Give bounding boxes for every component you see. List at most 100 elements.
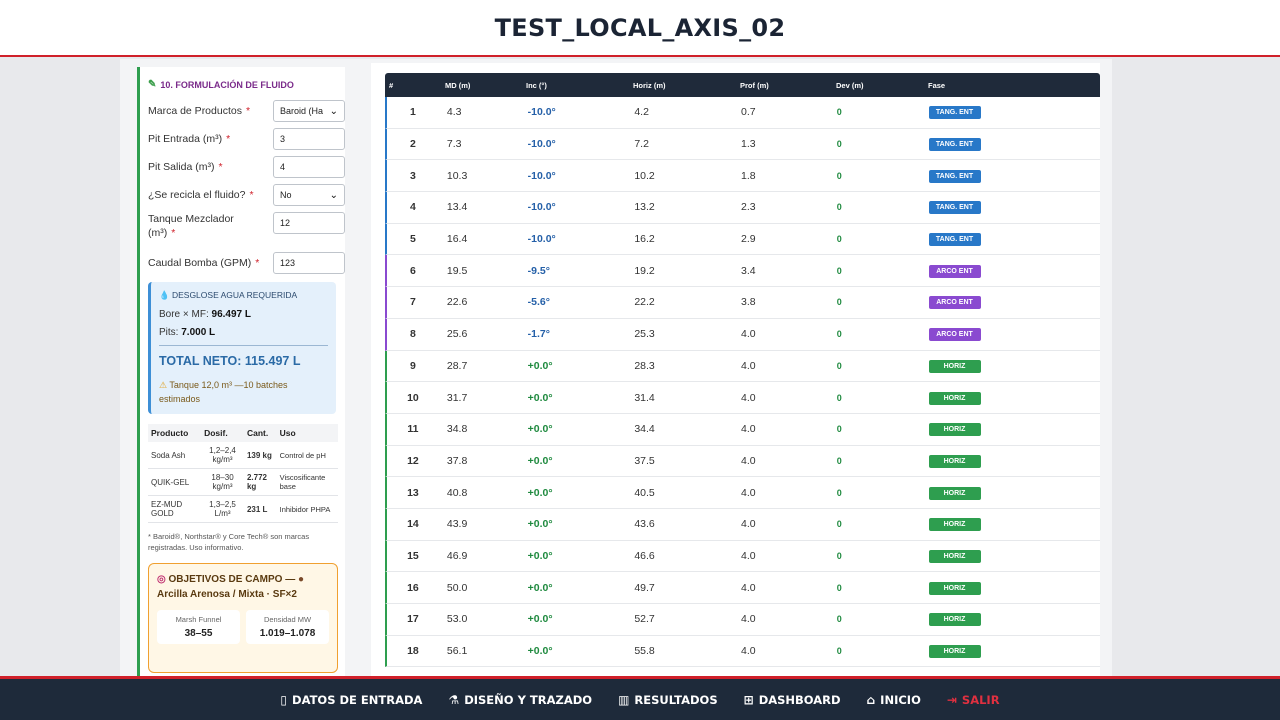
product-cell: 18–30 kg/m³	[201, 468, 244, 496]
logout-icon: ⇥	[946, 692, 957, 707]
section-title: ✎ 10. FORMULACIÓN DE FLUIDO	[148, 79, 345, 90]
md-cell: 28.7	[446, 359, 468, 372]
field-label-text: ¿Se recicla el fluido?	[148, 189, 246, 201]
dev-cell: 0	[836, 550, 842, 561]
table-row: 8 25.6 -1.7° 25.3 4.0 0 ARCO ENT	[385, 318, 1101, 351]
horiz-cell: 7.2	[634, 138, 649, 151]
dev-cell: 0	[836, 297, 842, 308]
md-cell: 16.4	[446, 233, 468, 246]
table-row: 15 46.9 +0.0° 46.6 4.0 0 HORIZ	[385, 540, 1100, 573]
nav-dashboard[interactable]: ⊞ DASHBOARD	[744, 693, 841, 707]
warning-text: Tanque 12,0 m³ —10 batches estimados	[159, 380, 288, 404]
phase-cell: ARCO ENT	[928, 327, 1101, 342]
dev-cell: 0	[836, 139, 842, 150]
row-number: 3	[410, 169, 416, 182]
inc-cell: -10.0°	[527, 106, 556, 119]
field-value: No	[280, 190, 292, 200]
objective-card-label: Densidad MW	[263, 615, 312, 624]
md-cell: 43.9	[446, 518, 468, 531]
nav-salir[interactable]: ⇥ SALIR	[947, 693, 1000, 707]
nav-inicio[interactable]: ⌂ INICIO	[867, 693, 921, 707]
product-cell: 231 L	[243, 495, 277, 523]
nav-label: DATOS DE ENTRADA	[292, 692, 423, 707]
phase-badge: HORIZ	[928, 518, 981, 532]
product-cell: EZ-MUD GOLD	[148, 495, 202, 523]
horiz-cell: 16.2	[634, 233, 655, 246]
input-field[interactable]: 123	[273, 252, 345, 274]
nav-datos-de-entrada[interactable]: ▯ DATOS DE ENTRADA	[280, 693, 422, 707]
inc-cell: +0.0°	[527, 359, 553, 372]
dev-cell: 0	[836, 329, 842, 340]
soil-icon: ●	[297, 574, 305, 585]
prof-cell: 4.0	[741, 328, 756, 341]
md-cell: 19.5	[446, 264, 468, 277]
select-field[interactable]: No ⌄	[273, 184, 345, 206]
input-field[interactable]: 3	[273, 128, 345, 150]
inc-cell: -10.0°	[527, 169, 556, 182]
row-number: 12	[407, 454, 419, 467]
phase-badge: HORIZ	[928, 486, 981, 500]
prof-cell: 4.0	[741, 423, 756, 436]
table-header-cell: Horiz (m)	[633, 80, 666, 90]
input-field[interactable]: 4	[273, 156, 345, 178]
inc-cell: +0.0°	[527, 613, 553, 626]
row-number: 5	[410, 233, 416, 246]
prof-cell: 4.0	[741, 613, 756, 626]
dev-cell: 0	[836, 202, 842, 213]
products-header-cell: Producto	[148, 424, 202, 442]
inc-cell: -10.0°	[527, 201, 556, 214]
survey-table-header: # MD (m) Inc (°) Horiz (m) Prof (m) Dev (m) Fa…	[385, 73, 1100, 97]
row-number: 14	[407, 518, 419, 531]
table-header-cell: #	[389, 80, 394, 90]
row-number: 17	[407, 613, 419, 626]
nav-label: RESULTADOS	[634, 692, 718, 707]
required-mark: *	[226, 133, 231, 145]
phase-cell: TANG. ENT	[928, 232, 1101, 247]
inc-cell: +0.0°	[527, 454, 553, 467]
horiz-cell: 28.3	[634, 359, 655, 372]
required-mark: *	[249, 189, 254, 201]
phase-cell: HORIZ	[928, 422, 1101, 437]
nav-diseño-y-trazado[interactable]: ⚗ DISEÑO Y TRAZADO	[448, 693, 592, 707]
field-label-text: Marca de Productos	[148, 105, 242, 117]
phase-cell: HORIZ	[928, 612, 1101, 627]
md-cell: 37.8	[446, 454, 468, 467]
droplet-icon: 💧	[159, 290, 170, 300]
md-cell: 7.3	[446, 138, 462, 151]
inc-cell: +0.0°	[527, 581, 553, 594]
phase-cell: HORIZ	[928, 581, 1101, 595]
horiz-cell: 25.3	[634, 328, 655, 341]
phase-badge: ARCO ENT	[928, 328, 981, 342]
field-label: Tanque Mezclador (m³) *	[148, 212, 263, 240]
select-field[interactable]: Baroid (Ha ⌄	[273, 100, 345, 122]
batches-warning: ⚠ Tanque 12,0 m³ —10 batches estimados	[159, 378, 328, 406]
field-value: 3	[280, 134, 286, 144]
form-row: Caudal Bomba (GPM) * 123	[140, 252, 345, 274]
form-row: Marca de Productos * Baroid (Ha ⌄	[140, 100, 345, 122]
water-title-text: DESGLOSE AGUA REQUERIDA	[171, 290, 298, 300]
fluid-formulation-panel: ✎ 10. FORMULACIÓN DE FLUIDO Marca de Pro…	[137, 67, 345, 676]
water-breakdown-title: 💧 DESGLOSE AGUA REQUERIDA	[159, 290, 328, 301]
field-label-text: Tanque Mezclador (m³)	[148, 213, 234, 239]
md-cell: 56.1	[446, 645, 468, 658]
product-cell: 139 kg	[243, 442, 277, 469]
dev-cell: 0	[836, 392, 842, 403]
product-cell: 1,3–2,5 L/m³	[201, 495, 244, 523]
nav-resultados[interactable]: ▥ RESULTADOS	[618, 693, 718, 707]
phase-badge: ARCO ENT	[928, 296, 981, 310]
inc-cell: -1.7°	[527, 328, 550, 341]
phase-cell: HORIZ	[928, 359, 1101, 373]
home-icon: ⌂	[866, 692, 876, 707]
table-row: 2 7.3 -10.0° 7.2 1.3 0 TANG. ENT	[385, 128, 1101, 161]
product-cell: 1,2–2,4 kg/m³	[201, 442, 244, 469]
form-row: Pit Salida (m³) * 4	[140, 156, 345, 178]
top-header: TEST_LOCAL_AXIS_02	[0, 0, 1280, 57]
phase-cell: TANG. ENT	[928, 137, 1101, 152]
prof-cell: 1.8	[741, 169, 756, 182]
required-mark: *	[171, 227, 176, 239]
inc-cell: +0.0°	[527, 423, 553, 436]
horiz-cell: 46.6	[634, 549, 655, 562]
table-row: 7 22.6 -5.6° 22.2 3.8 0 ARCO ENT	[385, 287, 1100, 319]
input-field[interactable]: 12	[273, 212, 345, 234]
form-row: Tanque Mezclador (m³) * 12	[140, 212, 345, 246]
